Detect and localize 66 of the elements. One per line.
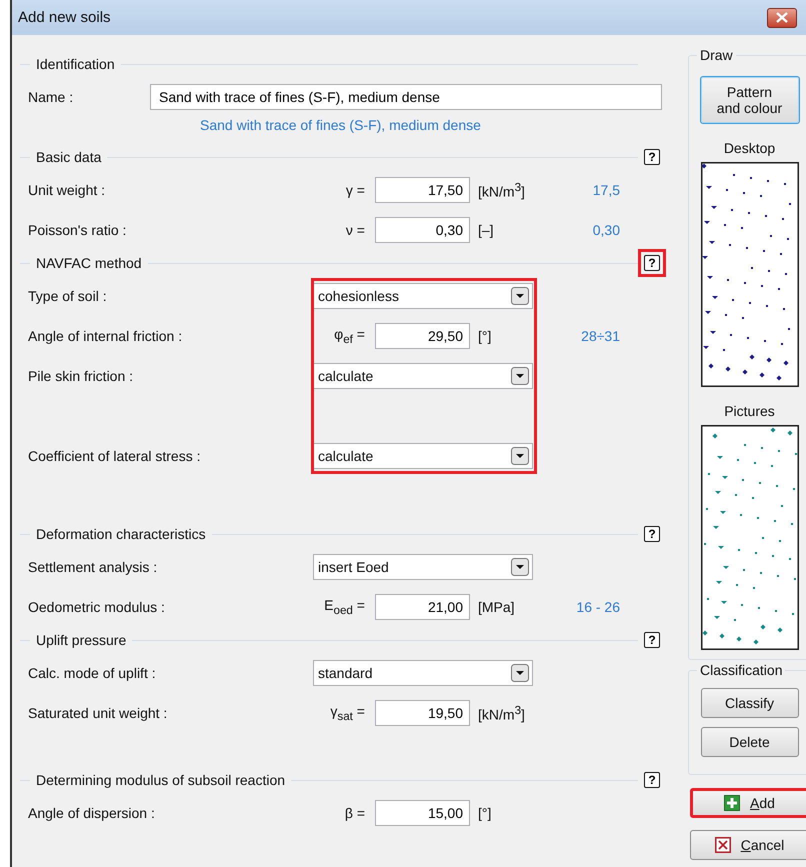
dropdown[interactable]: standard [313,660,533,686]
unit-label: [kN/m$^{3}$] [477,704,526,722]
dropdown[interactable]: calculate [313,363,533,389]
preview-title: Desktop [724,140,776,156]
field-label: Pile skin friction : [28,368,134,384]
field-label: Poisson's ratio : [28,222,128,238]
help-button[interactable]: ? [644,772,660,788]
unit-label: [°] [477,805,492,821]
symbol-label: ν = [344,222,366,238]
field-label: Calc. mode of uplift : [28,665,157,681]
number-field[interactable]: 21,00 [375,594,470,620]
dropdown[interactable]: insert Eoed [313,554,533,580]
name-preview: Sand with trace of fines (S-F), medium dense [200,117,481,133]
window-title: Add new soils [18,9,111,26]
unit-label: [–] [477,222,495,238]
group-title: Classification [697,662,786,678]
close-button[interactable] [767,8,797,28]
field-label: Saturated unit weight : [28,705,168,721]
hint-value: 16 - 26 [575,599,620,615]
help-button[interactable]: ? [644,526,660,542]
hint-value: 17,5 [592,182,620,198]
hint-value: 28÷31 [580,328,620,344]
add-button[interactable]: Add [690,788,806,818]
cancel-icon [714,837,731,853]
section-title: Deformation characteristics [35,526,207,542]
dropdown[interactable]: cohesionless [313,283,533,309]
symbol-label: γ$_{sat}$ = [329,703,366,723]
cancel-button[interactable]: Cancel [690,830,806,860]
section-title: Determining modulus of subsoil reaction [35,772,286,788]
number-field[interactable]: 17,50 [375,177,470,203]
number-field[interactable]: 15,00 [375,800,470,826]
field-label: Oedometric modulus : [28,599,166,615]
symbol-label: β = [344,805,366,821]
help-button[interactable]: ? [644,632,660,648]
pattern-button[interactable]: Pattern and colour [700,76,800,124]
unit-label: [°] [477,328,492,344]
close-icon [776,12,788,23]
section-title: Uplift pressure [35,632,128,648]
classification-button[interactable]: Classify [700,688,798,718]
field-label: Settlement analysis : [28,559,158,575]
group-title: Draw [697,47,736,63]
section-title: NAVFAC method [35,255,143,271]
unit-label: [kN/m$^{3}$] [477,180,526,200]
section-title: Basic data [35,149,102,165]
name-field[interactable]: Sand with trace of fines (S-F), medium dense [150,84,662,110]
plus-icon [724,795,740,811]
field-label: Angle of internal friction : [28,328,184,344]
field-label: Angle of dispersion : [28,805,156,821]
number-field[interactable]: 29,50 [375,323,470,349]
help-button[interactable]: ? [644,255,660,271]
field-label: Unit weight : [28,182,106,198]
number-field[interactable]: 19,50 [375,700,470,726]
symbol-label: φ$_{ef}$ = [333,326,366,346]
classification-button[interactable]: Delete [700,727,798,757]
preview-title: Pictures [724,403,775,419]
symbol-label: γ = [344,182,366,198]
dropdown[interactable]: calculate [313,443,533,469]
section-title: Identification [35,56,116,72]
number-field[interactable]: 0,30 [375,217,470,243]
help-button[interactable]: ? [644,149,660,165]
field-label: Coefficient of lateral stress : [28,448,202,464]
field-label: Type of soil : [28,288,108,304]
unit-label: [MPa] [477,599,516,615]
hint-value: 0,30 [592,222,620,238]
symbol-label: E$_{oed}$ = [323,597,366,617]
field-label: Name : [28,89,74,105]
